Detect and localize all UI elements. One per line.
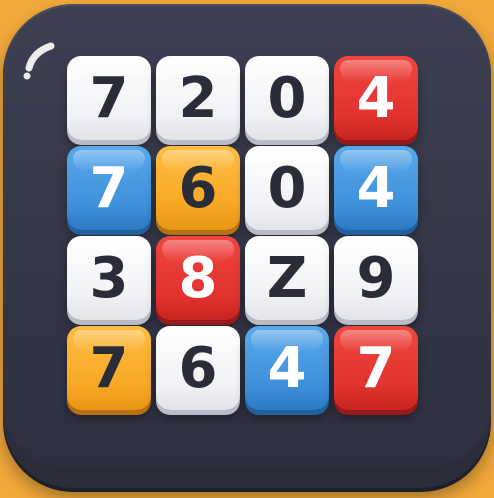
tile-digit: 7 [356,336,396,401]
tile-digit: 6 [178,156,218,221]
tile-r4-c3[interactable]: 4 [245,326,329,410]
tile-r1-c3[interactable]: 0 [245,56,329,140]
tile-r3-c1[interactable]: 3 [67,236,151,320]
tile-r3-c2[interactable]: 8 [156,236,240,320]
gloss-highlight-icon [23,42,55,80]
tile-r2-c4[interactable]: 4 [334,146,418,230]
tile-r1-c1[interactable]: 7 [67,56,151,140]
tile-digit: 3 [89,246,129,311]
tile-r4-c1[interactable]: 7 [67,326,151,410]
tile-digit: 0 [267,156,307,221]
tile-digit: Z [266,246,308,311]
number-tile-grid: 7 2 0 4 7 6 0 4 3 8 Z 9 7 6 4 7 [67,56,429,412]
tile-digit: 2 [178,66,218,131]
tile-r1-c4[interactable]: 4 [334,56,418,140]
tile-digit: 7 [89,336,129,401]
tile-r1-c2[interactable]: 2 [156,56,240,140]
tile-r3-c3[interactable]: Z [245,236,329,320]
app-icon-face: 7 2 0 4 7 6 0 4 3 8 Z 9 7 6 4 7 [3,4,491,466]
tile-digit: 0 [267,66,307,131]
tile-digit: 7 [89,156,129,221]
tile-digit: 4 [267,336,307,401]
tile-digit: 8 [178,246,218,311]
tile-digit: 4 [356,156,396,221]
tile-r4-c4[interactable]: 7 [334,326,418,410]
app-icon[interactable]: 7 2 0 4 7 6 0 4 3 8 Z 9 7 6 4 7 [3,4,491,488]
tile-r4-c2[interactable]: 6 [156,326,240,410]
tile-digit: 6 [178,336,218,401]
tile-digit: 4 [356,66,396,131]
tile-digit: 7 [89,66,129,131]
tile-r3-c4[interactable]: 9 [334,236,418,320]
tile-r2-c1[interactable]: 7 [67,146,151,230]
tile-r2-c2[interactable]: 6 [156,146,240,230]
tile-r2-c3[interactable]: 0 [245,146,329,230]
tile-digit: 9 [356,246,396,311]
